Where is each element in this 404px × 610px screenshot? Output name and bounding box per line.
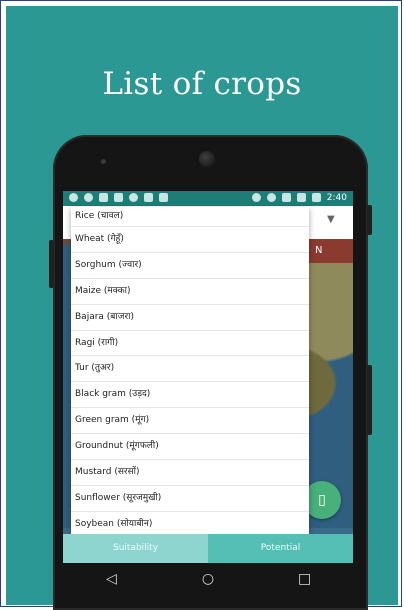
image-icon <box>99 193 108 202</box>
android-nav-bar: ◁ ○ □ <box>63 563 353 595</box>
map-header-strip: N <box>309 239 353 263</box>
square-icon <box>159 193 168 202</box>
phone-screen: 2:40 ▼ N ▯ Rice (चावल) Wheat (गेहूँ) Sor… <box>63 191 353 563</box>
crop-item[interactable]: Sunflower (सूरजमुखी) <box>71 486 309 512</box>
whatsapp-icon <box>84 193 93 202</box>
signal-icon <box>296 193 306 202</box>
notification-icon <box>69 193 78 202</box>
message-icon <box>114 193 123 202</box>
chevron-down-icon[interactable]: ▼ <box>327 214 335 225</box>
side-button <box>367 365 372 435</box>
page-title: List of crops <box>102 66 302 102</box>
crop-item[interactable]: Bajara (बाजरा) <box>71 305 309 331</box>
crop-item[interactable]: Sorghum (ज्वार) <box>71 253 309 279</box>
volume-button <box>49 240 54 288</box>
home-icon[interactable]: ○ <box>193 571 223 587</box>
crop-item[interactable]: Black gram (उड़द) <box>71 382 309 409</box>
crop-dropdown-list[interactable]: Rice (चावल) Wheat (गेहूँ) Sorghum (ज्वार… <box>71 207 309 534</box>
crop-item[interactable]: Ragi (रागी) <box>71 331 309 357</box>
gallery-icon <box>144 193 153 202</box>
crop-item[interactable]: Wheat (गेहूँ) <box>71 227 309 253</box>
battery-icon <box>311 193 321 202</box>
data-icon <box>251 193 261 202</box>
crop-item[interactable]: Rice (चावल) <box>71 207 309 227</box>
crop-item[interactable]: Green gram (मूंग) <box>71 408 309 435</box>
alarm-icon <box>266 193 276 202</box>
speaker-dot <box>101 159 106 164</box>
crop-item[interactable]: Soybean (सोयाबीन) <box>71 512 309 534</box>
tab-suitability[interactable]: Suitability <box>63 534 208 563</box>
bottom-tabs: Suitability Potential <box>63 534 353 563</box>
front-camera <box>199 151 215 167</box>
power-button <box>367 205 372 235</box>
status-time: 2:40 <box>326 193 347 203</box>
status-right-icons: 2:40 <box>251 193 347 204</box>
status-left-icons <box>69 193 168 202</box>
crop-item[interactable]: Tur (तुअर) <box>71 356 309 383</box>
crop-item[interactable]: Mustard (सरसों) <box>71 460 309 486</box>
wifi-icon <box>281 193 291 202</box>
back-icon[interactable]: ◁ <box>96 571 126 587</box>
recents-icon[interactable]: □ <box>290 571 320 587</box>
page-frame: List of crops 2:40 ▼ N ▯ Rice (चावल) Whe… <box>0 0 402 610</box>
tab-potential[interactable]: Potential <box>208 534 353 563</box>
app-icon <box>129 193 138 202</box>
status-bar: 2:40 <box>63 191 353 206</box>
crop-item[interactable]: Maize (मक्का) <box>71 279 309 305</box>
crop-item[interactable]: Groundnut (मूंगफली) <box>71 434 309 461</box>
